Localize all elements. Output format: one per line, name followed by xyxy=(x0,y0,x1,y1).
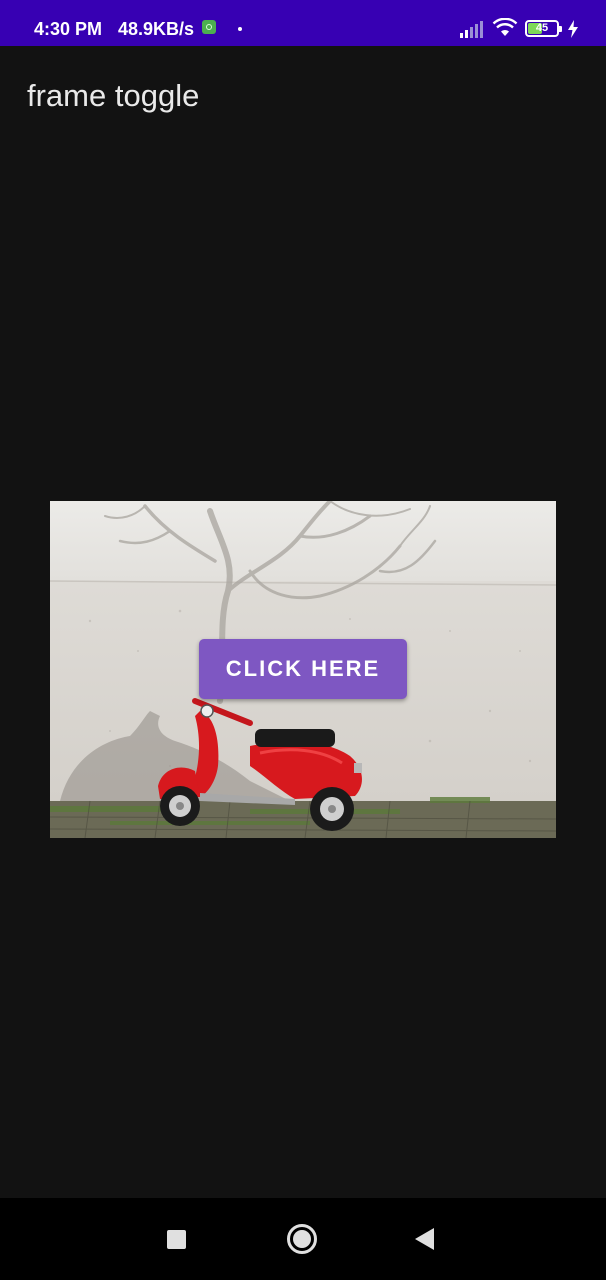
app-title: frame toggle xyxy=(27,78,200,113)
app-notification-icon xyxy=(202,20,216,34)
charging-icon xyxy=(568,20,578,38)
battery-level: 45 xyxy=(535,22,549,34)
battery-icon: 45 xyxy=(525,20,562,37)
wifi-icon xyxy=(492,18,518,36)
navigation-bar xyxy=(0,1198,606,1280)
status-bar: 4:30 PM 48.9KB/s 45 xyxy=(0,0,606,46)
recents-icon[interactable] xyxy=(167,1230,186,1249)
status-network-speed: 48.9KB/s xyxy=(118,19,195,39)
status-time: 4:30 PM xyxy=(34,19,103,39)
back-icon[interactable] xyxy=(415,1228,434,1250)
home-icon[interactable] xyxy=(287,1224,317,1254)
signal-icon xyxy=(460,21,483,38)
click-here-button[interactable]: CLICK HERE xyxy=(199,639,407,699)
dot-icon xyxy=(238,27,242,31)
